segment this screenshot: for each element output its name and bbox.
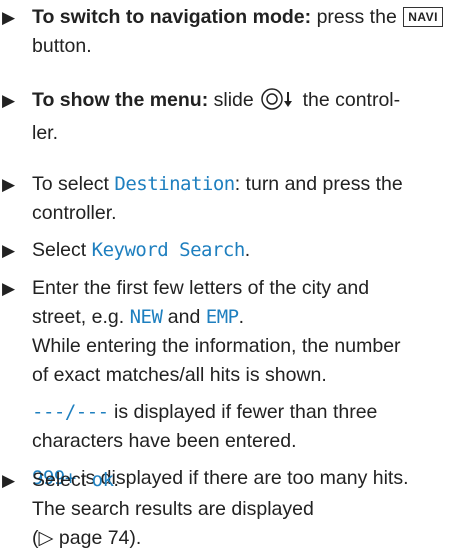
bullet-icon: ▶	[2, 8, 16, 27]
bullet-icon: ▶	[2, 471, 16, 490]
display-text-destination: Destination	[114, 173, 235, 195]
step-switch-navigation: ▶ To switch to navigation mode: press th…	[0, 3, 462, 61]
step-show-menu: ▶ To show the menu: slide the control-le…	[0, 86, 462, 148]
step-select-ok: ▶ Select ok. The search results are disp…	[0, 466, 462, 553]
display-text-dashes: ---/---	[32, 401, 109, 423]
bullet-icon: ▶	[2, 91, 16, 110]
controller-slide-down-icon	[261, 88, 295, 119]
instruction-page: ▶ To switch to navigation mode: press th…	[0, 0, 467, 549]
display-text-emp: EMP	[205, 306, 239, 328]
step-select-destination: ▶ To select Destination: turn and press …	[0, 170, 462, 228]
bullet-icon: ▶	[2, 175, 16, 194]
navi-key: NAVI	[403, 7, 443, 27]
step-heading: To switch to navigation mode:	[32, 6, 312, 28]
display-text-new: NEW	[129, 306, 163, 328]
note-fewer-than-three: ---/--- is displayed if fewer than three…	[32, 401, 378, 452]
step-heading: To show the menu:	[32, 89, 209, 111]
step-enter-letters: ▶ Enter the first few letters of the cit…	[0, 274, 462, 493]
bullet-icon: ▶	[2, 279, 16, 298]
step-select-keyword-search: ▶ Select Keyword Search.	[0, 236, 462, 265]
bullet-icon: ▶	[2, 241, 16, 260]
page-reference: (▷ page 74).	[32, 527, 142, 549]
display-text-ok: ok	[91, 469, 114, 491]
display-text-keyword-search: Keyword Search	[91, 239, 246, 261]
